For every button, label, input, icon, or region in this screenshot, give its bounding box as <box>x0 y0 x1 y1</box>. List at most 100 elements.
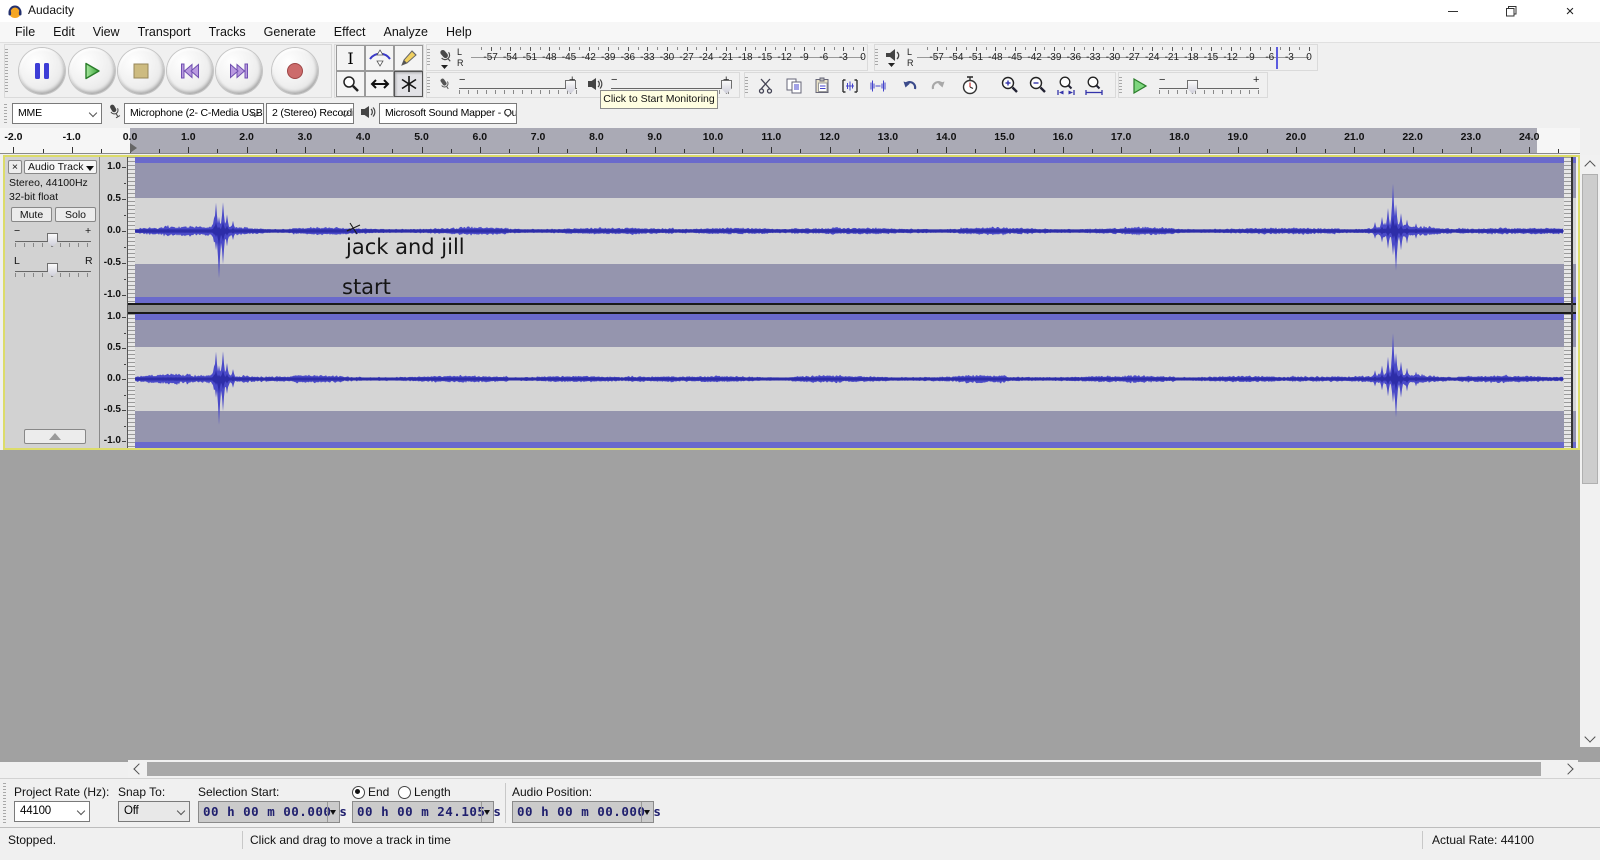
track-close-button[interactable]: × <box>8 160 22 174</box>
menu-item-effect[interactable]: Effect <box>325 22 375 42</box>
output-device-dropdown[interactable]: Microsoft Sound Mapper - Ou <box>379 103 517 124</box>
undo-button[interactable] <box>897 74 923 98</box>
scroll-up-button[interactable] <box>1580 155 1600 172</box>
play-speed-slider[interactable] <box>1159 88 1259 89</box>
toolbar-grip[interactable] <box>1119 77 1122 93</box>
horizontal-scroll-thumb[interactable] <box>147 762 1541 776</box>
playback-meter-toolbar[interactable]: L R -57-54-51-48-45-42-39-36-33-30-27-24… <box>874 44 1318 71</box>
scroll-right-button[interactable] <box>1561 760 1578 778</box>
copy-button[interactable] <box>781 74 807 98</box>
vertical-ruler-label: -0.5 <box>97 404 121 415</box>
toolbar-grip[interactable] <box>4 104 7 123</box>
time-field-dropdown-icon[interactable] <box>481 802 493 822</box>
clip-left-handle[interactable] <box>128 314 135 448</box>
time-field-dropdown-icon[interactable] <box>641 802 653 822</box>
toolbar-grip[interactable] <box>427 77 430 93</box>
menu-item-help[interactable]: Help <box>437 22 481 42</box>
time-field-dropdown-icon[interactable] <box>327 802 339 822</box>
input-channels-dropdown[interactable]: 2 (Stereo) Recordi <box>266 103 354 124</box>
silence-audio-button[interactable] <box>865 74 891 98</box>
zoom-in-button[interactable] <box>997 73 1023 97</box>
end-radio[interactable] <box>352 786 365 799</box>
clip-right-handle[interactable] <box>1564 314 1571 448</box>
toolbar-grip[interactable] <box>5 49 8 93</box>
chevron-up-icon <box>1584 160 1595 171</box>
paste-button[interactable] <box>809 74 835 98</box>
track-control-panel[interactable]: × Audio Track Stereo, 44100Hz 32-bit flo… <box>5 157 100 448</box>
close-button[interactable]: × <box>1540 0 1600 22</box>
timeline-ruler[interactable]: -2.0-1.00.01.02.03.04.05.06.07.08.09.010… <box>0 128 1580 154</box>
play-button[interactable] <box>69 48 115 94</box>
menu-item-transport[interactable]: Transport <box>129 22 200 42</box>
waveform-area[interactable]: jack and jill start <box>128 157 1576 448</box>
record-button[interactable] <box>272 48 318 94</box>
vertical-scroll-thumb[interactable] <box>1582 174 1598 484</box>
zoom-out-button[interactable] <box>1025 73 1051 97</box>
channel-divider[interactable] <box>128 305 1576 312</box>
audio-host-dropdown[interactable]: MME <box>12 103 102 124</box>
pause-button[interactable] <box>19 48 65 94</box>
audio-position-field[interactable]: 00 h 00 m 00.000 s <box>512 801 654 823</box>
meter-tick <box>1113 47 1114 51</box>
vertical-scale-ruler[interactable]: 1.00.50.0-0.5-1.01.00.50.0-0.5-1.0 <box>100 157 128 448</box>
skip-to-end-button[interactable] <box>216 48 262 94</box>
fit-selection-button[interactable] <box>1053 73 1079 97</box>
selection-start-field[interactable]: 00 h 00 m 00.000 s <box>198 801 340 823</box>
menu-item-tracks[interactable]: Tracks <box>200 22 255 42</box>
meter-scale-label: -36 <box>1064 52 1084 63</box>
menu-item-view[interactable]: View <box>84 22 129 42</box>
snap-to-dropdown[interactable]: Off <box>118 801 190 822</box>
selection-end-field[interactable]: 00 h 00 m 24.105 s <box>352 801 494 823</box>
timeshift-tool-button[interactable] <box>365 71 394 97</box>
monitor-tooltip[interactable]: Click to Start Monitoring <box>600 90 718 109</box>
length-radio[interactable] <box>398 786 411 799</box>
redo-button[interactable] <box>925 74 951 98</box>
skip-to-start-button[interactable] <box>167 48 213 94</box>
solo-button[interactable]: Solo <box>55 207 96 222</box>
playback-volume-slider[interactable] <box>611 88 731 89</box>
cut-button[interactable] <box>753 74 779 98</box>
transport-toolbar <box>4 44 332 98</box>
stop-button[interactable] <box>118 48 164 94</box>
meter-scale-label: -33 <box>637 52 657 63</box>
track-title-dropdown[interactable]: Audio Track <box>24 160 97 174</box>
menu-item-edit[interactable]: Edit <box>44 22 84 42</box>
mute-button[interactable]: Mute <box>11 207 52 222</box>
fit-project-button[interactable] <box>1081 73 1107 97</box>
input-device-dropdown[interactable]: Microphone (2- C-Media USB <box>124 103 264 124</box>
track-collapse-button[interactable] <box>24 429 86 444</box>
sync-lock-button[interactable] <box>957 73 983 97</box>
menu-item-file[interactable]: File <box>6 22 44 42</box>
clip-left-handle[interactable] <box>128 157 135 303</box>
menu-item-generate[interactable]: Generate <box>255 22 325 42</box>
meter-tick <box>559 47 560 50</box>
toolbar-grip[interactable] <box>745 77 748 93</box>
timeline-tick <box>247 147 248 153</box>
project-rate-dropdown[interactable]: 44100 <box>14 801 90 822</box>
toolbar-grip[interactable] <box>3 783 6 824</box>
meter-scale-label: -36 <box>618 52 638 63</box>
menu-item-analyze[interactable]: Analyze <box>375 22 437 42</box>
restore-button[interactable] <box>1482 0 1540 22</box>
meter-tick <box>677 47 678 50</box>
draw-tool-button[interactable] <box>394 45 423 71</box>
waveform-channel-right[interactable] <box>135 316 1564 443</box>
clip-right-handle[interactable] <box>1564 157 1571 303</box>
zoom-tool-button[interactable] <box>336 71 365 97</box>
envelope-tool-button[interactable] <box>365 45 394 71</box>
timeline-tick <box>713 147 714 153</box>
selection-tool-button[interactable]: I <box>336 45 365 71</box>
scroll-left-button[interactable] <box>128 760 145 778</box>
scroll-down-button[interactable] <box>1580 730 1600 747</box>
vertical-scrollbar[interactable] <box>1580 155 1600 747</box>
meter-scale-label: -30 <box>657 52 677 63</box>
play-at-speed-button[interactable] <box>1127 74 1153 98</box>
meter-scale-label: -27 <box>677 52 697 63</box>
multi-tool-button[interactable] <box>394 71 423 97</box>
minimize-button[interactable] <box>1424 0 1482 22</box>
timeline-label: 12.0 <box>816 131 844 143</box>
trim-audio-button[interactable] <box>837 74 863 98</box>
recording-volume-slider[interactable] <box>459 88 577 89</box>
horizontal-scrollbar[interactable] <box>128 760 1578 778</box>
recording-meter-toolbar[interactable]: L R -57-54-51-48-45-42-39-36-33-30-27-24… <box>426 44 868 71</box>
